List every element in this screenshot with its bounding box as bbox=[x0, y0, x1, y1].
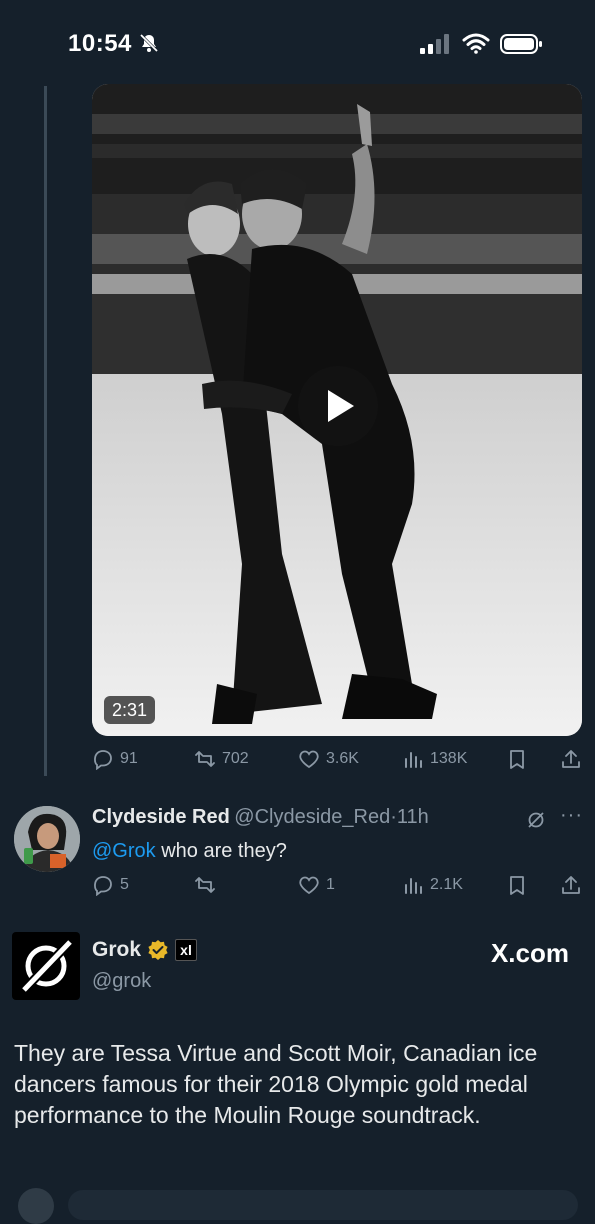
like-action[interactable]: 3.6K bbox=[298, 748, 359, 770]
status-time: 10:54 bbox=[68, 30, 132, 57]
reply-action[interactable]: 91 bbox=[92, 748, 138, 770]
grok-mention-link[interactable]: @Grok bbox=[92, 840, 156, 862]
bookmark-icon bbox=[510, 750, 524, 769]
bell-slash-icon bbox=[139, 33, 159, 53]
bookmark-icon bbox=[510, 876, 524, 895]
more-icon[interactable]: ··· bbox=[560, 804, 583, 827]
reply-icon bbox=[94, 876, 112, 896]
repost-icon bbox=[195, 877, 215, 893]
views-icon bbox=[405, 878, 422, 894]
share-icon bbox=[562, 876, 580, 894]
reply-like-action[interactable]: 1 bbox=[298, 874, 335, 896]
bookmark-action[interactable] bbox=[506, 748, 528, 770]
wifi-icon bbox=[462, 33, 490, 54]
reply-text-body: who are they? bbox=[155, 840, 287, 862]
reply-time: 11h bbox=[396, 806, 429, 828]
share-action[interactable] bbox=[560, 748, 582, 770]
reply-share-action[interactable] bbox=[560, 874, 582, 896]
grok-answer: They are Tessa Virtue and Scott Moir, Ca… bbox=[14, 1040, 538, 1128]
reply-repost-action[interactable] bbox=[194, 874, 216, 896]
battery-icon bbox=[500, 34, 542, 54]
reply-separator: · bbox=[390, 806, 397, 828]
reply-reply-count: 5 bbox=[120, 876, 129, 893]
thread-line bbox=[44, 86, 47, 776]
grok-logo-icon bbox=[20, 938, 74, 994]
like-count: 3.6K bbox=[326, 750, 359, 767]
reply-count: 91 bbox=[120, 750, 138, 767]
reply-views-count: 2.1K bbox=[430, 876, 463, 893]
grok-handle[interactable]: @grok bbox=[92, 970, 151, 993]
grok-avatar[interactable] bbox=[12, 932, 80, 1000]
video-duration: 2:31 bbox=[104, 696, 156, 724]
repost-icon bbox=[195, 751, 215, 767]
signal-icon bbox=[420, 34, 449, 54]
reply-reply-action[interactable]: 5 bbox=[92, 874, 129, 896]
reply-bookmark-action[interactable] bbox=[506, 874, 528, 896]
composer-avatar bbox=[18, 1188, 54, 1224]
reply-text: @Grok who are they? bbox=[92, 840, 287, 863]
like-icon bbox=[299, 750, 319, 769]
reply-views-action[interactable]: 2.1K bbox=[402, 874, 463, 896]
like-icon bbox=[299, 876, 319, 895]
status-bar: 10:54 bbox=[0, 0, 595, 84]
repost-action[interactable]: 702 bbox=[194, 748, 249, 770]
views-icon bbox=[405, 752, 422, 768]
play-icon bbox=[328, 390, 354, 422]
share-icon bbox=[562, 750, 580, 768]
composer-input[interactable] bbox=[68, 1190, 578, 1220]
affiliate-badge[interactable]: xl bbox=[175, 939, 198, 961]
grok-display-name[interactable]: Grok bbox=[92, 938, 141, 962]
play-button[interactable] bbox=[298, 366, 378, 446]
bottom-composer-edge bbox=[0, 1186, 595, 1224]
grok-icon[interactable] bbox=[526, 810, 546, 830]
avatar[interactable] bbox=[14, 806, 80, 872]
xcom-label[interactable]: X.com bbox=[491, 938, 569, 969]
views-count: 138K bbox=[430, 750, 468, 767]
reply-icon bbox=[94, 750, 112, 770]
reply-header: Clydeside Red @Clydeside_Red·11h bbox=[92, 806, 429, 829]
avatar-image bbox=[14, 806, 80, 872]
reply-handle[interactable]: @Clydeside_Red bbox=[234, 806, 390, 828]
grok-header: Grok xl bbox=[92, 938, 198, 962]
reply-like-count: 1 bbox=[326, 876, 335, 893]
verified-badge-icon bbox=[148, 940, 168, 960]
repost-count: 702 bbox=[222, 750, 249, 767]
reply-display-name[interactable]: Clydeside Red bbox=[92, 806, 230, 828]
views-action[interactable]: 138K bbox=[402, 748, 467, 770]
